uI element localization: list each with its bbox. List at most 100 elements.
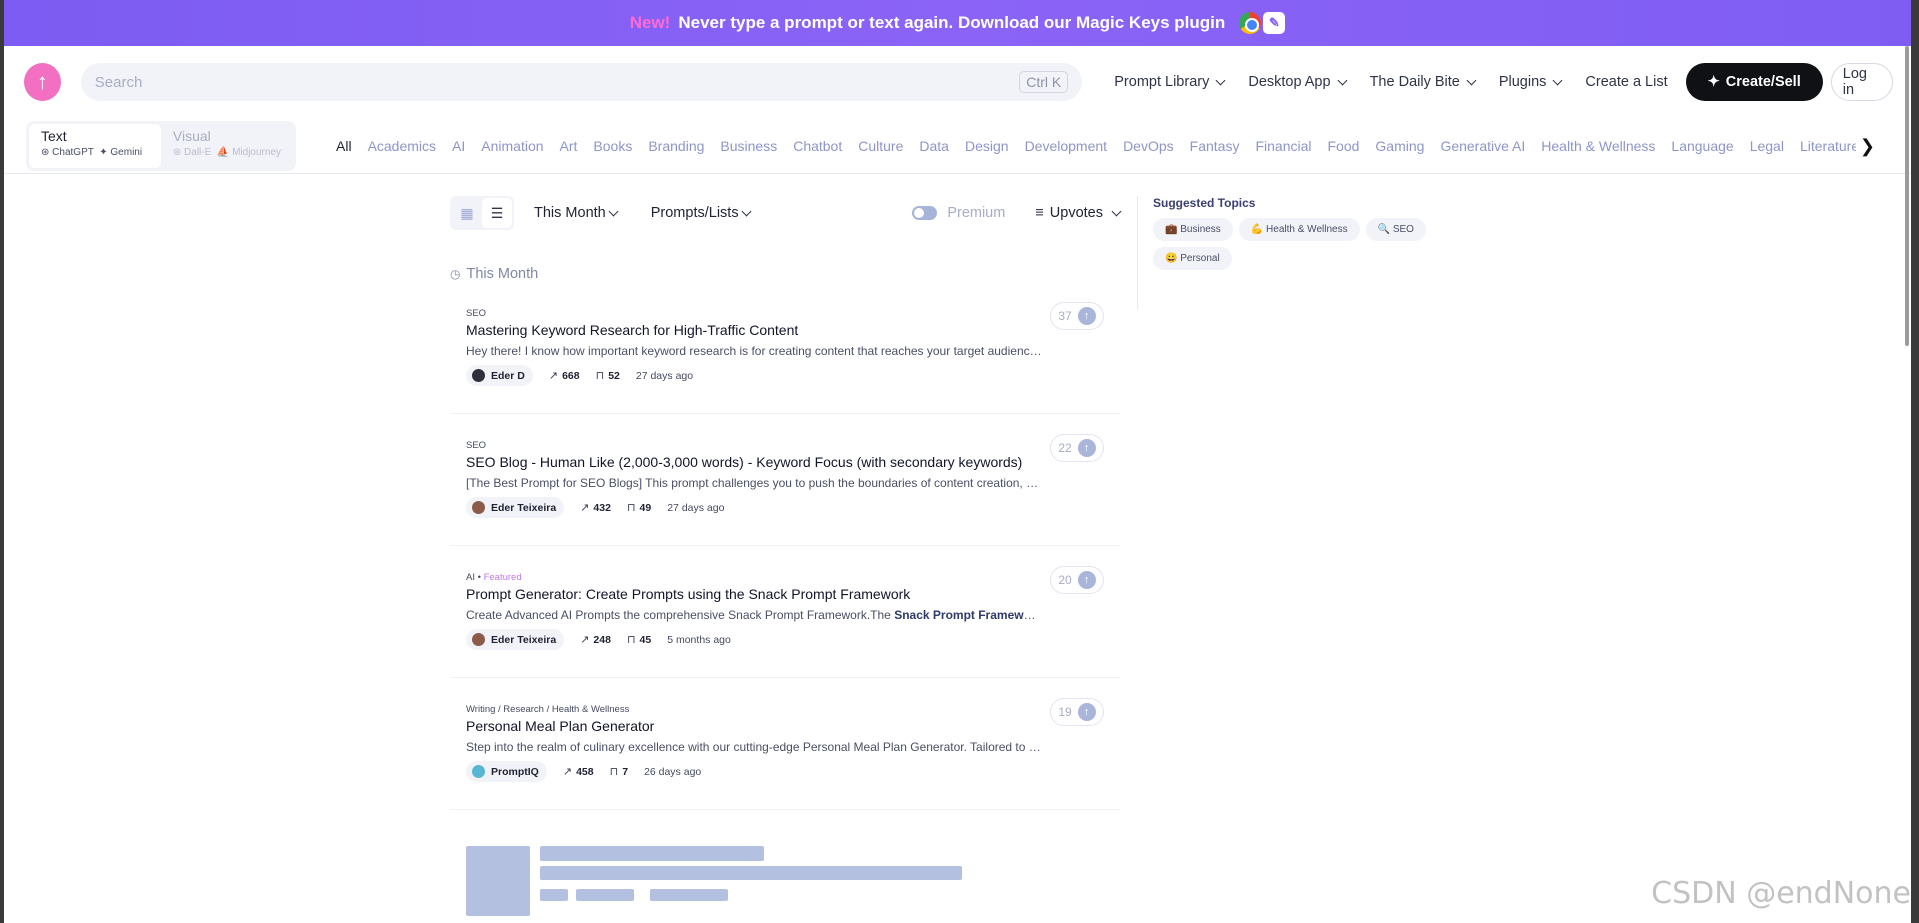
prompt-title[interactable]: Personal Meal Plan Generator <box>466 718 1102 734</box>
arrow-up-icon: ↑ <box>1077 307 1096 325</box>
category-tab[interactable]: Animation <box>481 138 543 154</box>
topic-chip[interactable]: 🔍 SEO <box>1365 218 1426 241</box>
author-chip[interactable]: Eder D <box>466 365 533 386</box>
author-chip[interactable]: PromptIQ <box>466 761 547 782</box>
category-tab[interactable]: Branding <box>648 138 704 154</box>
views-stat: ↗ 668 <box>548 369 580 383</box>
category-tab[interactable]: Fantasy <box>1190 138 1240 154</box>
model-dalle: Dall-E <box>184 146 212 158</box>
category-tab[interactable]: Financial <box>1255 138 1311 154</box>
upvote-button[interactable]: 37 ↑ <box>1050 302 1104 330</box>
mode-visual[interactable]: Visual ⊛ Dall-E ⛵ Midjourney <box>161 124 293 168</box>
arrow-up-icon: ↑ <box>1077 571 1096 589</box>
nav-desktop-app[interactable]: Desktop App <box>1236 74 1357 90</box>
prompt-card[interactable]: AI • Featured Prompt Generator: Create P… <box>450 546 1120 678</box>
create-sell-label: Create/Sell <box>1725 74 1801 90</box>
prompt-card[interactable]: SEO SEO Blog - Human Like (2,000-3,000 w… <box>450 414 1120 546</box>
promo-banner[interactable]: New! Never type a prompt or text again. … <box>4 0 1911 46</box>
chevron-right-icon[interactable]: ❯ <box>1855 136 1875 157</box>
views-count: 668 <box>562 369 580 382</box>
category-tab[interactable]: Design <box>965 138 1009 154</box>
prompt-title[interactable]: Prompt Generator: Create Prompts using t… <box>466 586 1102 602</box>
category-tab[interactable]: Development <box>1025 138 1108 154</box>
prompt-desc-text: Create Advanced AI Prompts the comprehen… <box>466 608 895 622</box>
category-tab[interactable]: Literature <box>1800 138 1859 154</box>
saves-count: 52 <box>608 369 620 382</box>
create-sell-button[interactable]: ✦ Create/Sell <box>1685 63 1823 101</box>
search-input[interactable] <box>94 73 695 91</box>
prompt-card[interactable]: SEO Mastering Keyword Research for High-… <box>450 282 1120 414</box>
arrow-up-right-icon: ↗ <box>562 766 573 778</box>
topic-chip[interactable]: 😀 Personal <box>1153 247 1232 270</box>
search-bar[interactable]: Ctrl K <box>80 63 1083 101</box>
category-tab[interactable]: Generative AI <box>1440 138 1525 154</box>
login-button[interactable]: Log in <box>1830 63 1893 101</box>
skeleton-line <box>540 846 764 861</box>
prompt-title[interactable]: SEO Blog - Human Like (2,000-3,000 words… <box>466 454 1102 470</box>
category-tab[interactable]: Data <box>919 138 949 154</box>
prompt-title[interactable]: Mastering Keyword Research for High-Traf… <box>466 322 1102 338</box>
category-tabs: All Academics AI Animation Art Books Branding B… <box>336 138 1876 154</box>
arrow-up-right-icon: ↗ <box>580 634 590 646</box>
author-chip[interactable]: Eder Teixeira <box>466 629 565 650</box>
sort-dropdown[interactable]: ≡ Upvotes <box>1035 205 1122 221</box>
content-type-dropdown[interactable]: Prompts/Lists <box>651 205 752 221</box>
category-tab[interactable]: Ma <box>1875 138 1876 154</box>
avatar <box>472 633 485 646</box>
author-name: PromptIQ <box>491 765 539 778</box>
nav-daily-bite[interactable]: The Daily Bite <box>1358 74 1487 90</box>
upvote-button[interactable]: 20 ↑ <box>1050 566 1104 594</box>
premium-toggle[interactable]: Premium <box>912 205 1005 221</box>
category-tab[interactable]: AI <box>452 138 465 154</box>
category-tab[interactable]: Business <box>720 138 777 154</box>
midjourney-icon: ⛵ <box>216 146 230 158</box>
nav-plugins[interactable]: Plugins <box>1487 74 1574 90</box>
skeleton-thumb <box>466 846 530 916</box>
prompt-tag-text[interactable]: SEO <box>466 440 486 451</box>
category-tab[interactable]: Gaming <box>1375 138 1424 154</box>
avatar <box>472 369 485 382</box>
category-tab[interactable]: Art <box>560 138 578 154</box>
prompt-tag-text[interactable]: SEO <box>466 308 486 319</box>
category-tab[interactable]: Language <box>1671 138 1733 154</box>
category-tab[interactable]: Books <box>593 138 632 154</box>
logo-icon[interactable]: ↑ <box>24 63 61 101</box>
category-tab[interactable]: Health & Wellness <box>1541 138 1655 154</box>
saves-stat: ⊓ 49 <box>627 501 651 515</box>
topic-chip[interactable]: 💼 Business <box>1153 218 1233 241</box>
views-stat: ↗ 432 <box>580 501 611 515</box>
grid-view-icon[interactable]: ▦ <box>452 198 482 228</box>
scrollbar[interactable] <box>1905 46 1909 346</box>
prompt-feed: ▦ ☰ This Month Prompts/Lists Premium ≡ U… <box>450 196 1122 916</box>
arrow-up-right-icon: ↗ <box>548 370 559 382</box>
nav-prompt-library[interactable]: Prompt Library <box>1102 74 1236 90</box>
category-tab[interactable]: Food <box>1327 138 1359 154</box>
prompt-tag: SEO <box>466 308 1102 319</box>
chevron-down-icon <box>1337 75 1348 85</box>
prompt-desc: Step into the realm of culinary excellen… <box>466 740 1042 754</box>
main-nav: Prompt Library Desktop App The Daily Bit… <box>1102 74 1679 90</box>
period-dropdown[interactable]: This Month <box>534 205 619 221</box>
prompt-card[interactable]: Writing / Research / Health & Wellness P… <box>450 678 1120 810</box>
toggle-switch[interactable] <box>912 206 938 220</box>
nav-create-list[interactable]: Create a List <box>1573 74 1679 90</box>
upvote-count: 20 <box>1058 573 1072 587</box>
mode-visual-label: Visual <box>172 127 211 144</box>
category-tab[interactable]: DevOps <box>1123 138 1174 154</box>
category-tab[interactable]: Culture <box>858 138 903 154</box>
category-tab[interactable]: Legal <box>1750 138 1784 154</box>
prompt-tag-text[interactable]: Writing / Research / Health & Wellness <box>466 704 629 715</box>
mode-text[interactable]: Text ⊛ ChatGPT ✦ Gemini <box>29 123 161 168</box>
category-tab[interactable]: All <box>336 138 352 154</box>
prompt-tag-text[interactable]: AI <box>466 572 475 583</box>
author-name: Eder Teixeira <box>491 501 557 514</box>
author-chip[interactable]: Eder Teixeira <box>466 497 565 518</box>
category-tab[interactable]: Chatbot <box>793 138 842 154</box>
topic-chip[interactable]: 💪 Health & Wellness <box>1238 218 1360 241</box>
upvote-button[interactable]: 19 ↑ <box>1050 698 1104 726</box>
upvote-button[interactable]: 22 ↑ <box>1050 434 1104 462</box>
list-view-icon[interactable]: ☰ <box>482 198 512 228</box>
nav-label: Plugins <box>1498 74 1547 90</box>
filter-row: Text ⊛ ChatGPT ✦ Gemini Visual ⊛ Dall-E … <box>4 118 1911 174</box>
category-tab[interactable]: Academics <box>368 138 436 154</box>
